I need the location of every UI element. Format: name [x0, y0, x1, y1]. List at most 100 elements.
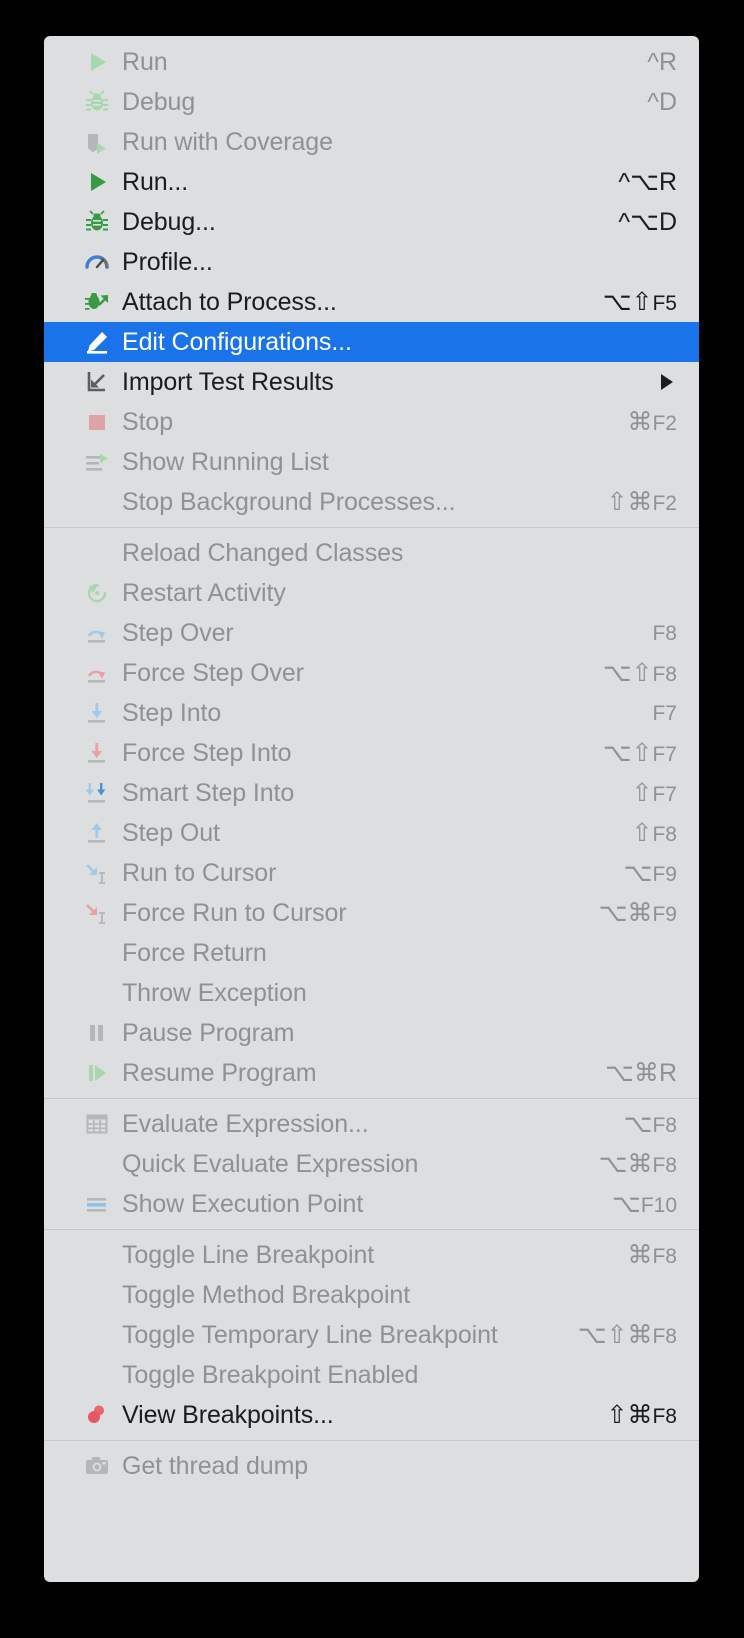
menu-item-toggle-method-breakpoint[interactable]: Toggle Method Breakpoint — [44, 1275, 699, 1315]
menu-item-import-test-results[interactable]: Import Test Results — [44, 362, 699, 402]
menu-separator — [44, 1440, 699, 1441]
no-icon-spacer — [84, 1241, 122, 1269]
menu-item-shortcut: ⇧⌘ F8 — [606, 1400, 677, 1429]
menu-item-throw-exception[interactable]: Throw Exception — [44, 973, 699, 1013]
show-execution-point-icon — [84, 1190, 122, 1218]
evaluate-expression-icon — [84, 1110, 122, 1138]
menu-item-evaluate-expression[interactable]: Evaluate Expression... ⌥ F8 — [44, 1104, 699, 1144]
menu-item-label: Toggle Method Breakpoint — [122, 1280, 411, 1309]
debug-bug-icon — [84, 88, 122, 116]
menu-item-label: Profile... — [122, 247, 213, 276]
menu-item-label: Reload Changed Classes — [122, 538, 404, 567]
menu-item-shortcut: ⌥⌘ R — [605, 1058, 677, 1087]
menu-item-label: Run... — [122, 167, 189, 196]
menu-item-label: Quick Evaluate Expression — [122, 1149, 419, 1178]
run-play-icon — [84, 48, 122, 76]
resume-icon — [84, 1059, 122, 1087]
thread-dump-camera-icon — [84, 1452, 122, 1480]
menu-group: Toggle Line Breakpoint ⌘ F8 Toggle Method B… — [44, 1235, 699, 1435]
menu-item-toggle-line-breakpoint[interactable]: Toggle Line Breakpoint ⌘ F8 — [44, 1235, 699, 1275]
menu-item-label: Stop Background Processes... — [122, 487, 456, 516]
menu-item-force-step-into[interactable]: Force Step Into ⌥⇧ F7 — [44, 733, 699, 773]
restart-activity-icon — [84, 579, 122, 607]
menu-item-edit-configurations[interactable]: Edit Configurations... — [44, 322, 699, 362]
menu-item-smart-step-into[interactable]: Smart Step Into ⇧ F7 — [44, 773, 699, 813]
menu-item-attach-to-process[interactable]: Attach to Process... ⌥⇧ F5 — [44, 282, 699, 322]
menu-item-label: Step Into — [122, 698, 222, 727]
menu-item-shortcut: ⌥ F8 — [623, 1109, 677, 1138]
no-icon-spacer — [84, 1361, 122, 1389]
menu-item-run-to-cursor[interactable]: Run to Cursor ⌥ F9 — [44, 853, 699, 893]
menu-group: Get thread dump — [44, 1446, 699, 1486]
menu-item-label: Throw Exception — [122, 978, 307, 1007]
view-breakpoints-icon — [84, 1401, 122, 1429]
menu-item-run-with-coverage[interactable]: Run with Coverage — [44, 122, 699, 162]
no-icon-spacer — [84, 1150, 122, 1178]
menu-item-shortcut: ^⌥ R — [618, 167, 677, 196]
run-to-cursor-icon — [84, 859, 122, 887]
menu-item-label: Show Execution Point — [122, 1189, 364, 1218]
submenu-arrow-icon — [655, 371, 677, 393]
menu-item-stop[interactable]: Stop ⌘ F2 — [44, 402, 699, 442]
menu-item-label: Force Run to Cursor — [122, 898, 347, 927]
menu-item-quick-evaluate-expression[interactable]: Quick Evaluate Expression ⌥⌘ F8 — [44, 1144, 699, 1184]
menu-item-debug[interactable]: Debug ^ D — [44, 82, 699, 122]
menu-item-profile[interactable]: Profile... — [44, 242, 699, 282]
menu-item-label: Toggle Temporary Line Breakpoint — [122, 1320, 498, 1349]
menu-item-show-running-list[interactable]: Show Running List — [44, 442, 699, 482]
menu-item-label: Evaluate Expression... — [122, 1109, 369, 1138]
menu-item-force-run-to-cursor[interactable]: Force Run to Cursor ⌥⌘ F9 — [44, 893, 699, 933]
no-icon-spacer — [84, 1281, 122, 1309]
menu-item-shortcut: ⇧ F8 — [631, 818, 677, 847]
menu-item-shortcut: ^ R — [647, 47, 677, 76]
menu-item-shortcut: ^ D — [647, 87, 677, 116]
menu-item-toggle-breakpoint-enabled[interactable]: Toggle Breakpoint Enabled — [44, 1355, 699, 1395]
menu-item-label: Restart Activity — [122, 578, 286, 607]
menu-item-shortcut: F7 — [652, 701, 677, 725]
menu-item-run[interactable]: Run ^ R — [44, 42, 699, 82]
menu-item-pause-program[interactable]: Pause Program — [44, 1013, 699, 1053]
menu-item-label: Get thread dump — [122, 1451, 309, 1480]
run-menu-popup[interactable]: Run ^ R Debug ^ D Run with Coverage Run... ^⌥ R… — [44, 36, 699, 1582]
menu-separator — [44, 527, 699, 528]
step-over-icon — [84, 619, 122, 647]
menu-item-label: View Breakpoints... — [122, 1400, 334, 1429]
menu-item-label: Force Return — [122, 938, 267, 967]
menu-item-shortcut: ⌘ F2 — [627, 407, 677, 436]
menu-item-label: Toggle Breakpoint Enabled — [122, 1360, 419, 1389]
menu-item-step-over[interactable]: Step Over F8 — [44, 613, 699, 653]
menu-item-stop-background-processes[interactable]: Stop Background Processes... ⇧⌘ F2 — [44, 482, 699, 522]
no-icon-spacer — [84, 939, 122, 967]
menu-item-debug[interactable]: Debug... ^⌥ D — [44, 202, 699, 242]
debug-bug-icon — [84, 208, 122, 236]
menu-item-view-breakpoints[interactable]: View Breakpoints... ⇧⌘ F8 — [44, 1395, 699, 1435]
menu-item-shortcut: ⌥⌘ F8 — [598, 1149, 677, 1178]
menu-item-toggle-temporary-line-breakpoint[interactable]: Toggle Temporary Line Breakpoint ⌥⇧⌘ F8 — [44, 1315, 699, 1355]
menu-item-force-return[interactable]: Force Return — [44, 933, 699, 973]
menu-item-reload-changed-classes[interactable]: Reload Changed Classes — [44, 533, 699, 573]
menu-item-shortcut: ⌥⇧ F5 — [602, 287, 677, 316]
menu-item-shortcut: ⌥ F9 — [623, 858, 677, 887]
menu-item-run[interactable]: Run... ^⌥ R — [44, 162, 699, 202]
menu-item-label: Resume Program — [122, 1058, 317, 1087]
step-out-icon — [84, 819, 122, 847]
edit-pencil-icon — [84, 328, 122, 356]
menu-group: Evaluate Expression... ⌥ F8 Quick Evaluate … — [44, 1104, 699, 1224]
menu-item-label: Smart Step Into — [122, 778, 295, 807]
menu-item-restart-activity[interactable]: Restart Activity — [44, 573, 699, 613]
menu-item-resume-program[interactable]: Resume Program ⌥⌘ R — [44, 1053, 699, 1093]
step-into-icon — [84, 699, 122, 727]
menu-item-label: Force Step Over — [122, 658, 304, 687]
menu-item-shortcut: ⌘ F8 — [627, 1240, 677, 1269]
menu-item-show-execution-point[interactable]: Show Execution Point ⌥ F10 — [44, 1184, 699, 1224]
menu-item-step-into[interactable]: Step Into F7 — [44, 693, 699, 733]
profile-gauge-icon — [84, 248, 122, 276]
menu-item-get-thread-dump[interactable]: Get thread dump — [44, 1446, 699, 1486]
menu-item-step-out[interactable]: Step Out ⇧ F8 — [44, 813, 699, 853]
pause-icon — [84, 1019, 122, 1047]
menu-item-shortcut: ⌥⇧⌘ F8 — [577, 1320, 677, 1349]
menu-item-label: Debug — [122, 87, 196, 116]
menu-item-label: Import Test Results — [122, 367, 334, 396]
menu-item-label: Run to Cursor — [122, 858, 277, 887]
menu-item-force-step-over[interactable]: Force Step Over ⌥⇧ F8 — [44, 653, 699, 693]
